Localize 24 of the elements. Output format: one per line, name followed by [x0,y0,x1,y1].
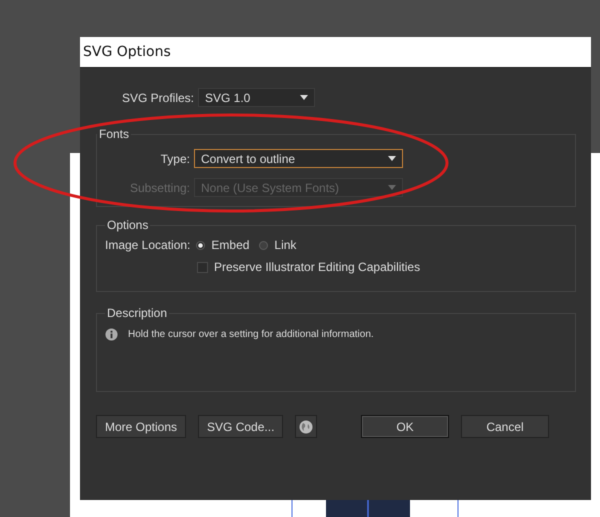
profile-dropdown[interactable]: SVG 1.0 [198,88,315,107]
select-dropdown[interactable]: Convert to outline [194,149,403,168]
web-button[interactable] [295,415,318,438]
globe-icon [299,420,314,434]
field-label: Image Location: [105,238,190,252]
field-label: Subsetting: [128,180,191,194]
group-title: Description [106,306,168,320]
dialog-button[interactable]: Cancel [461,415,549,438]
description-text: Hold the cursor over a setting for additional information. [128,329,374,340]
preserve-checkbox[interactable]: Preserve Illustrator Editing Capabilities [197,260,420,274]
group-title: Fonts [98,127,130,141]
window-title: SVG Options [83,44,171,60]
dialog-button[interactable]: More Options [96,415,186,438]
dialog-button[interactable]: SVG Code... [198,415,284,438]
radio-option[interactable]: Embed [196,238,250,252]
caret-icon [388,156,396,161]
field-label: Type: [160,152,191,166]
caret-icon [300,95,308,100]
group-title: Options [106,218,150,232]
caret-icon [388,185,396,190]
radio-option[interactable]: Link [259,238,296,252]
info-icon [105,328,118,341]
field-label: SVG Profiles: [120,90,195,104]
dialog-button[interactable]: OK [361,415,449,438]
